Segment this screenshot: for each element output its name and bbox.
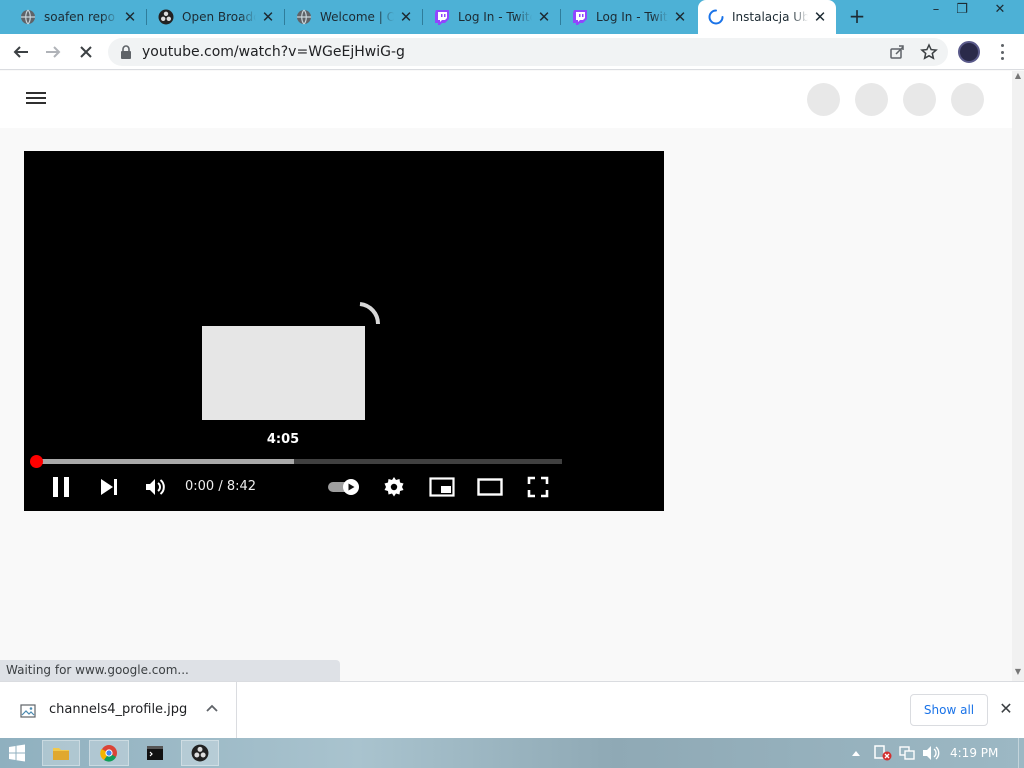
tab-twitch-login-1[interactable]: Log In - Twitch ✕	[422, 0, 560, 34]
forward-button[interactable]	[41, 40, 65, 64]
pause-icon	[53, 477, 69, 497]
download-item[interactable]: channels4_profile.jpg	[0, 682, 237, 739]
tab-title: Log In - Twitch	[596, 10, 668, 24]
tab-close-icon[interactable]: ✕	[398, 9, 414, 25]
autoplay-toggle-icon	[328, 479, 359, 495]
tray-overflow-chevron-icon[interactable]	[851, 749, 861, 757]
action-center-warning-icon[interactable]	[874, 745, 892, 761]
loading-spinner-icon	[359, 302, 380, 325]
new-tab-button[interactable]: +	[846, 6, 868, 28]
tab-close-icon[interactable]: ✕	[260, 9, 276, 25]
taskbar-terminal[interactable]	[136, 740, 174, 766]
url-text: youtube.com/watch?v=WGeEjHwiG-g	[142, 44, 405, 60]
page-scrollbar[interactable]	[1012, 71, 1024, 681]
chrome-icon	[100, 745, 117, 762]
stop-loading-button[interactable]	[74, 40, 98, 64]
taskbar-obs[interactable]	[181, 740, 219, 766]
theater-mode-button[interactable]	[476, 473, 504, 501]
placeholder-button[interactable]	[951, 83, 984, 116]
placeholder-button[interactable]	[903, 83, 936, 116]
skip-next-icon	[101, 479, 117, 495]
globe-icon	[20, 9, 36, 25]
tab-close-icon[interactable]: ✕	[122, 9, 138, 25]
status-bubble: Waiting for www.google.com...	[0, 660, 340, 681]
loading-icon	[708, 9, 724, 25]
next-button[interactable]	[96, 473, 122, 501]
close-icon	[80, 46, 92, 58]
twitch-icon	[572, 9, 588, 25]
show-desktop-button[interactable]	[1018, 738, 1024, 768]
obs-icon	[158, 9, 174, 25]
volume-icon	[146, 479, 165, 495]
volume-button[interactable]	[143, 473, 169, 501]
windows-taskbar: 4:19 PM	[0, 738, 1024, 768]
back-arrow-icon	[13, 46, 28, 58]
scroll-down-icon[interactable]: ▼	[1012, 667, 1024, 679]
tab-close-icon[interactable]: ✕	[536, 9, 552, 25]
back-button[interactable]	[9, 40, 33, 64]
tab-close-icon[interactable]: ✕	[672, 9, 688, 25]
image-file-icon	[20, 704, 36, 718]
windows-start-icon[interactable]	[8, 744, 26, 762]
taskbar-chrome[interactable]	[89, 740, 129, 766]
profile-avatar[interactable]	[958, 41, 980, 63]
taskbar-file-explorer[interactable]	[42, 740, 80, 766]
twitch-icon	[434, 9, 450, 25]
autoplay-toggle[interactable]	[326, 473, 362, 501]
browser-menu-icon[interactable]	[995, 42, 1009, 62]
time-display: 0:00 / 8:42	[185, 479, 257, 494]
bookmark-star-icon[interactable]	[920, 43, 938, 61]
show-all-downloads-button[interactable]: Show all	[910, 694, 988, 726]
file-explorer-icon	[53, 748, 69, 760]
gear-icon	[384, 477, 404, 497]
restore-icon[interactable]: ❐	[946, 0, 978, 20]
scrubber-handle[interactable]	[30, 455, 43, 468]
settings-button[interactable]	[381, 473, 407, 501]
pause-button[interactable]	[48, 473, 74, 501]
tab-instalacja-ubuntu[interactable]: Instalacja Ubuntu ✕	[698, 0, 836, 34]
placeholder-button[interactable]	[807, 83, 840, 116]
tab-soafen-repo[interactable]: soafen repo / ✕	[0, 0, 146, 34]
forward-arrow-icon	[46, 46, 61, 58]
progress-hover-fill	[36, 459, 294, 464]
miniplayer-icon	[429, 477, 455, 497]
download-shelf: channels4_profile.jpg Show all ✕	[0, 681, 1024, 739]
taskbar-clock[interactable]: 4:19 PM	[950, 738, 998, 768]
tab-twitch-login-2[interactable]: Log In - Twitch ✕	[560, 0, 696, 34]
download-filename: channels4_profile.jpg	[49, 702, 188, 717]
miniplayer-button[interactable]	[428, 473, 456, 501]
browser-toolbar: youtube.com/watch?v=WGeEjHwiG-g	[0, 34, 1024, 70]
share-icon[interactable]	[888, 43, 906, 61]
tab-close-icon[interactable]: ✕	[812, 9, 828, 25]
scroll-up-icon[interactable]: ▲	[1012, 71, 1024, 83]
address-bar[interactable]: youtube.com/watch?v=WGeEjHwiG-g	[108, 38, 948, 66]
lock-icon	[121, 45, 131, 59]
tab-title: Instalacja Ubuntu	[732, 10, 808, 24]
terminal-icon	[147, 746, 163, 760]
theater-mode-icon	[477, 478, 503, 496]
window-close-icon[interactable]: ✕	[984, 0, 1016, 20]
obs-icon	[191, 744, 209, 762]
chevron-up-icon[interactable]	[205, 702, 219, 716]
close-shelf-icon[interactable]: ✕	[997, 700, 1015, 718]
tab-title: Open Broadcast	[182, 10, 256, 24]
seek-preview-time: 4:05	[266, 432, 300, 447]
globe-icon	[296, 9, 312, 25]
tab-welcome-obs[interactable]: Welcome | OBS ✕	[284, 0, 422, 34]
fullscreen-icon	[527, 476, 549, 498]
web-page: 4:05 0:00 / 8:42	[0, 71, 1012, 681]
tab-title: soafen repo /	[44, 10, 118, 24]
video-player[interactable]: 4:05 0:00 / 8:42	[24, 151, 664, 511]
tab-title: Welcome | OBS	[320, 10, 394, 24]
youtube-header	[0, 71, 1012, 128]
network-icon[interactable]	[899, 745, 915, 761]
placeholder-button[interactable]	[855, 83, 888, 116]
tab-open-broadcast[interactable]: Open Broadcast ✕	[146, 0, 284, 34]
tab-strip: soafen repo / ✕ Open Broadcast ✕ Welcome…	[0, 0, 1024, 34]
speaker-icon[interactable]	[922, 745, 940, 761]
tab-title: Log In - Twitch	[458, 10, 532, 24]
menu-icon[interactable]	[26, 90, 46, 106]
fullscreen-button[interactable]	[524, 473, 552, 501]
